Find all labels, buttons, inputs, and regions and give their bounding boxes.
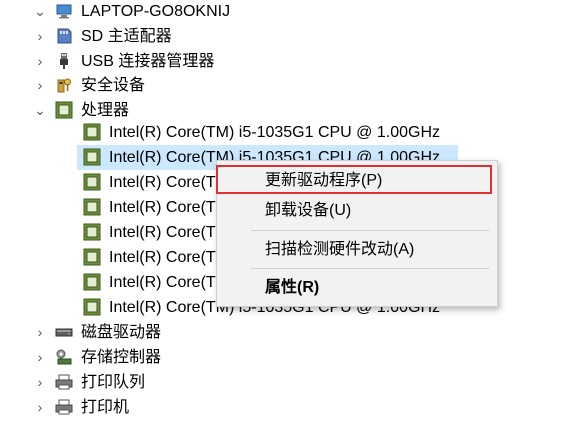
chevron-right-icon[interactable]: ›: [33, 49, 47, 74]
chevron-down-icon[interactable]: ⌄: [33, 98, 47, 123]
chevron-right-icon[interactable]: ›: [33, 345, 47, 370]
processor-icon: [83, 198, 101, 216]
annotation-highlight-box: [216, 165, 492, 194]
processor-icon: [83, 298, 101, 316]
print-queue-label: 打印队列: [81, 374, 146, 391]
processor-icon: [55, 101, 73, 119]
menu-item-label: 卸载设备(U): [265, 202, 352, 219]
sd-adapter-icon: [55, 27, 73, 45]
printers-label: 打印机: [81, 399, 130, 416]
menu-item-uninstall[interactable]: 卸载设备(U): [217, 197, 497, 225]
sd-adapter-label: SD 主适配器: [81, 28, 172, 45]
processor-icon: [83, 173, 101, 191]
security-device-icon: [55, 76, 73, 94]
chevron-down-icon[interactable]: ⌄: [33, 0, 47, 24]
security-label: 安全设备: [81, 77, 146, 94]
chevron-right-icon[interactable]: ›: [33, 73, 47, 98]
processor-icon: [83, 248, 101, 266]
chevron-right-icon[interactable]: ›: [33, 24, 47, 49]
processor-icon: [83, 123, 101, 141]
processor-name: Intel(R) Core(TM) i5-1035G1 CPU @ 1.00GH…: [109, 124, 440, 141]
menu-item-label: 扫描检测硬件改动(A): [265, 241, 415, 258]
chevron-right-icon[interactable]: ›: [33, 320, 47, 345]
disk-drive-icon: [55, 323, 73, 341]
processor-icon: [83, 223, 101, 241]
disk-drives-label: 磁盘驱动器: [81, 324, 162, 341]
chevron-right-icon[interactable]: ›: [33, 395, 47, 420]
processor-name: Intel(R) Core(T: [109, 199, 216, 216]
computer-name: LAPTOP-GO8OKNIJ: [81, 3, 231, 20]
processor-icon: [83, 148, 101, 166]
chevron-right-icon[interactable]: ›: [33, 370, 47, 395]
menu-item-scan-hardware[interactable]: 扫描检测硬件改动(A): [217, 236, 497, 264]
menu-separator: [251, 268, 489, 269]
usb-label: USB 连接器管理器: [81, 53, 215, 70]
computer-icon: [55, 2, 73, 20]
processor-name: Intel(R) Core(T: [109, 224, 216, 241]
menu-separator: [251, 230, 489, 231]
printer-icon: [55, 398, 73, 416]
menu-item-properties[interactable]: 属性(R): [217, 274, 497, 302]
processor-name: Intel(R) Core(T: [109, 249, 216, 266]
storage-controllers-label: 存储控制器: [81, 349, 162, 366]
processor-name: Intel(R) Core(T: [109, 274, 216, 291]
print-queue-icon: [55, 373, 73, 391]
menu-item-label: 属性(R): [265, 279, 320, 296]
processor-name: Intel(R) Core(T: [109, 174, 216, 191]
storage-controller-icon: [55, 348, 73, 366]
usb-icon: [55, 52, 73, 70]
processor-icon: [83, 273, 101, 291]
